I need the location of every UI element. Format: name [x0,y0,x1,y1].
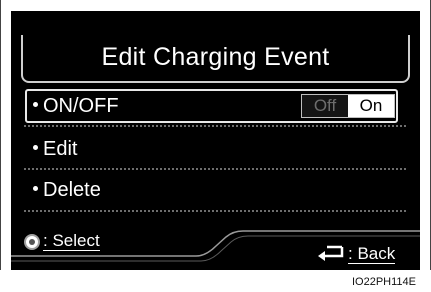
on-off-toggle[interactable]: Off On [301,94,395,118]
back-button[interactable]: : Back [348,244,396,264]
bottom-bar: : Select : Back [11,221,420,270]
bullet-icon [33,145,38,151]
toggle-on-option[interactable]: On [348,95,394,117]
select-hint[interactable]: : Select [43,231,100,251]
menu-item-label: Delete [33,179,101,202]
bullet-icon [33,102,38,108]
frame-left-line [0,0,1,270]
on-off-label: ON/OFF [43,95,119,117]
select-knob-icon [24,234,40,250]
menu-item-label: ON/OFF [33,95,119,118]
divider [23,210,407,212]
toggle-off-option[interactable]: Off [302,95,348,117]
menu-item-label: Edit [33,138,77,161]
menu-item-delete[interactable]: Delete [27,175,398,205]
back-arrow-icon [318,245,344,261]
display-screen: Edit Charging Event ON/OFF Off On Edit D… [11,11,420,270]
menu-item-edit[interactable]: Edit [27,134,398,164]
menu-item-on-off[interactable]: ON/OFF Off On [25,89,398,123]
edit-label: Edit [43,138,78,160]
bullet-icon [33,186,38,192]
figure-caption: IO22PH114E [352,276,417,288]
delete-label: Delete [43,179,101,201]
divider [23,125,407,127]
divider [23,168,407,170]
screen-title: Edit Charging Event [101,43,330,71]
